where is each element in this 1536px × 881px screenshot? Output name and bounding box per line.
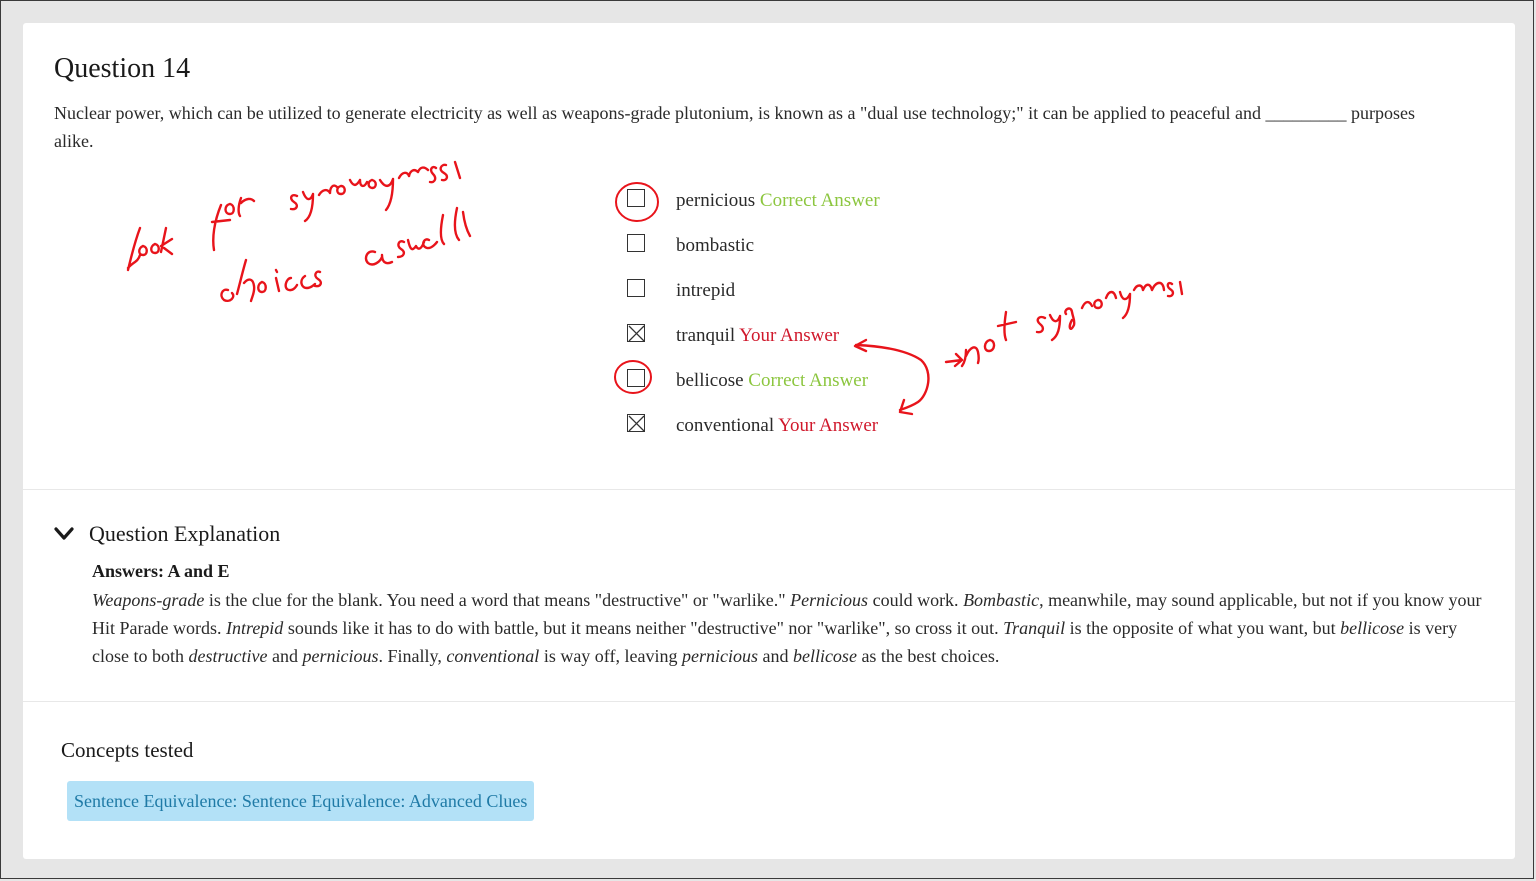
- choice-label: intrepid: [676, 279, 735, 303]
- emphasized-term: Weapons-grade: [92, 590, 205, 610]
- concept-chip[interactable]: Sentence Equivalence: Sentence Equivalen…: [67, 781, 535, 821]
- checkbox[interactable]: [627, 234, 645, 252]
- question-title: Question 14: [54, 53, 191, 84]
- checkbox-checked[interactable]: [627, 324, 645, 342]
- choice-c[interactable]: intrepid: [627, 279, 947, 303]
- emphasized-term: conventional: [446, 646, 540, 666]
- explanation-text: and: [267, 646, 303, 666]
- checkbox[interactable]: [627, 369, 645, 387]
- choice-text: pernicious: [676, 190, 756, 211]
- checkbox[interactable]: [627, 189, 645, 207]
- emphasized-term: Tranquil: [1003, 618, 1066, 638]
- emphasized-term: bellicose: [792, 646, 857, 666]
- choice-label: pernicious Correct Answer: [676, 189, 880, 213]
- explanation-text: as the best choices.: [856, 646, 1000, 666]
- choice-text: bellicose: [676, 370, 744, 391]
- emphasized-term: bellicose: [1340, 618, 1405, 638]
- choice-b[interactable]: bombastic: [627, 234, 947, 258]
- concepts-title: Concepts tested: [61, 738, 194, 762]
- section-divider: [23, 701, 1515, 702]
- emphasized-term: pernicious: [302, 646, 379, 666]
- correct-answer-tag: Correct Answer: [748, 370, 869, 391]
- your-answer-tag: Your Answer: [739, 325, 840, 346]
- correct-answer-tag: Correct Answer: [759, 190, 880, 211]
- choice-d[interactable]: tranquil Your Answer: [627, 324, 947, 348]
- choice-a[interactable]: pernicious Correct Answer: [627, 189, 947, 213]
- chevron-down-icon: [54, 527, 74, 540]
- choice-label: tranquil Your Answer: [676, 324, 839, 348]
- question-prompt: Nuclear power, which can be utilized to …: [54, 103, 1416, 151]
- choice-label: bombastic: [676, 234, 754, 258]
- explanation-text: and: [757, 646, 793, 666]
- question-card: Question 14 Nuclear power, which can be …: [23, 23, 1515, 859]
- explanation-text: is the clue for the blank. You need a wo…: [204, 590, 791, 610]
- choice-f[interactable]: conventional Your Answer: [627, 414, 947, 438]
- emphasized-term: Intrepid: [225, 618, 284, 638]
- answers-summary: Answers: A and E: [92, 561, 230, 581]
- emphasized-term: Pernicious: [790, 590, 869, 610]
- explanation-text: is the opposite of what you want, but: [1065, 618, 1341, 638]
- choice-text: conventional: [676, 415, 775, 436]
- your-answer-tag: Your Answer: [778, 415, 879, 436]
- checkbox-checked[interactable]: [627, 414, 645, 432]
- emphasized-term: Bombastic: [963, 590, 1040, 610]
- choice-text: bombastic: [676, 235, 755, 256]
- cross-mark-icon: [628, 415, 645, 432]
- choice-e[interactable]: bellicose Correct Answer: [627, 369, 947, 393]
- checkbox[interactable]: [627, 279, 645, 297]
- explanation-text: could work.: [868, 590, 964, 610]
- explanation-body: Weapons-grade is the clue for the blank.…: [92, 586, 1482, 670]
- cross-mark-icon: [628, 325, 645, 342]
- explanation-text: . Finally,: [378, 646, 447, 666]
- explanation-title: Question Explanation: [89, 521, 281, 546]
- explanation-text: sounds like it has to do with battle, bu…: [283, 618, 1004, 638]
- choice-text: tranquil: [676, 325, 736, 346]
- explanation-text: is way off, leaving: [539, 646, 682, 666]
- choice-text: intrepid: [676, 280, 736, 301]
- choice-label: conventional Your Answer: [676, 414, 878, 438]
- section-divider: [23, 489, 1515, 490]
- emphasized-term: pernicious: [681, 646, 758, 666]
- choice-label: bellicose Correct Answer: [676, 369, 868, 393]
- emphasized-term: destructive: [188, 646, 268, 666]
